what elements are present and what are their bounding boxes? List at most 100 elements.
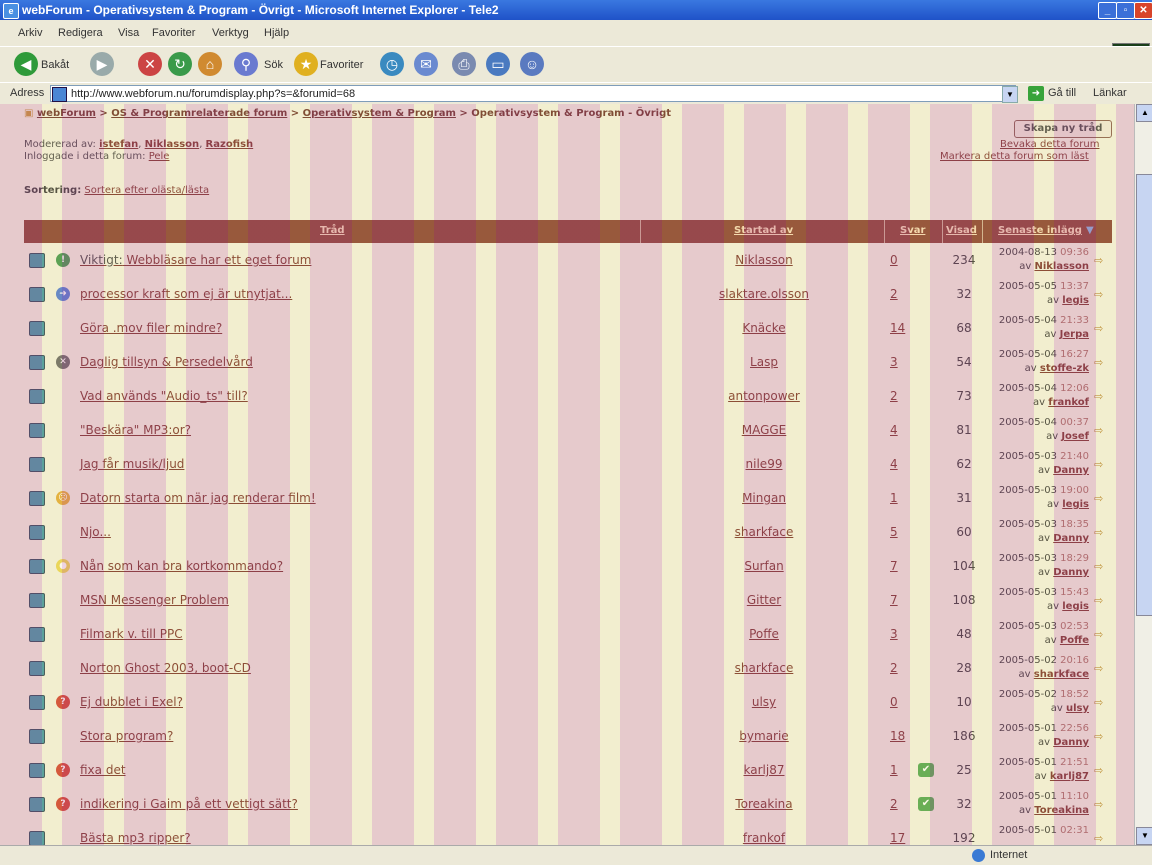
replies-link[interactable]: 7: [890, 559, 898, 573]
thread-title-link[interactable]: Njo...: [80, 525, 111, 539]
edit-icon[interactable]: ▭: [486, 52, 510, 76]
go-to-last-post-icon[interactable]: ⇨: [1094, 662, 1103, 675]
refresh-icon[interactable]: ↻: [168, 52, 192, 76]
thread-title-link[interactable]: Datorn starta om när jag renderar film!: [80, 491, 316, 505]
last-poster-link[interactable]: Danny: [1053, 737, 1089, 748]
moderator-link[interactable]: Niklasson: [145, 139, 200, 150]
menu-edit[interactable]: Redigera: [58, 27, 103, 39]
header-last-post[interactable]: Senaste inlägg: [998, 225, 1082, 236]
go-to-last-post-icon[interactable]: ⇨: [1094, 254, 1103, 267]
thread-title[interactable]: Norton Ghost 2003, boot-CD: [80, 661, 251, 675]
thread-title[interactable]: Bästa mp3 ripper?: [80, 831, 191, 845]
last-poster-link[interactable]: ulsy: [1066, 703, 1089, 714]
header-thread[interactable]: Tråd: [320, 225, 345, 236]
thread-title-link[interactable]: Ej dubblet i Exel?: [80, 695, 183, 709]
replies-link[interactable]: 3: [890, 627, 898, 641]
go-to-last-post-icon[interactable]: ⇨: [1094, 560, 1103, 573]
go-to-last-post-icon[interactable]: ⇨: [1094, 798, 1103, 811]
thread-title[interactable]: MSN Messenger Problem: [80, 593, 229, 607]
thread-title[interactable]: Vad används "Audio_ts" till?: [80, 389, 248, 403]
thread-title[interactable]: Daglig tillsyn & Persedelvård: [80, 355, 253, 369]
last-poster-link[interactable]: Poffe: [1060, 635, 1089, 646]
last-poster-link[interactable]: Danny: [1053, 465, 1089, 476]
thread-title[interactable]: processor kraft som ej är utnytjat...: [80, 287, 292, 301]
history-icon[interactable]: ◷: [380, 52, 404, 76]
last-poster-link[interactable]: legis: [1062, 499, 1089, 510]
go-to-last-post-icon[interactable]: ⇨: [1094, 322, 1103, 335]
replies-link[interactable]: 0: [890, 695, 898, 709]
replies-link[interactable]: 0: [890, 253, 898, 267]
thread-starter-link[interactable]: Lasp: [664, 355, 864, 369]
thread-title[interactable]: Njo...: [80, 525, 111, 539]
address-input[interactable]: http://www.webforum.nu/forumdisplay.php?…: [50, 85, 1016, 102]
favorites-label[interactable]: Favoriter: [320, 53, 363, 77]
last-poster-link[interactable]: Toreakina: [1034, 805, 1089, 816]
go-to-last-post-icon[interactable]: ⇨: [1094, 424, 1103, 437]
thread-title-link[interactable]: fixa det: [80, 763, 126, 777]
last-poster-link[interactable]: Josef: [1061, 431, 1089, 442]
thread-starter-link[interactable]: bymarie: [664, 729, 864, 743]
last-poster-link[interactable]: karlj87: [1050, 771, 1089, 782]
moderator-link[interactable]: istefan: [99, 139, 138, 150]
scroll-thumb[interactable]: [1136, 174, 1152, 616]
thread-title[interactable]: Jag får musik/ljud: [80, 457, 184, 471]
go-to-last-post-icon[interactable]: ⇨: [1094, 356, 1103, 369]
thread-title-link[interactable]: MSN Messenger Problem: [80, 593, 229, 607]
minimize-button[interactable]: _: [1098, 2, 1117, 19]
last-poster-link[interactable]: Niklasson: [1034, 261, 1089, 272]
last-poster-link[interactable]: Danny: [1053, 567, 1089, 578]
thread-starter-link[interactable]: Poffe: [664, 627, 864, 641]
thread-title-link[interactable]: Göra .mov filer mindre?: [80, 321, 222, 335]
vertical-scrollbar[interactable]: ▲ ▼: [1134, 104, 1152, 845]
mail-icon[interactable]: ✉: [414, 52, 438, 76]
go-to-last-post-icon[interactable]: ⇨: [1094, 458, 1103, 471]
new-thread-button[interactable]: Skapa ny tråd: [1014, 120, 1112, 138]
thread-title[interactable]: Datorn starta om när jag renderar film!: [80, 491, 316, 505]
replies-link[interactable]: 7: [890, 593, 898, 607]
go-to-last-post-icon[interactable]: ⇨: [1094, 526, 1103, 539]
last-poster-link[interactable]: legis: [1062, 295, 1089, 306]
thread-starter-link[interactable]: antonpower: [664, 389, 864, 403]
scroll-down-icon[interactable]: ▼: [1136, 827, 1152, 845]
breadcrumb-level1[interactable]: OS & Programrelaterade forum: [111, 108, 287, 119]
thread-starter-link[interactable]: Mingan: [664, 491, 864, 505]
print-icon[interactable]: ⎙: [452, 52, 476, 76]
thread-title-link[interactable]: Norton Ghost 2003, boot-CD: [80, 661, 251, 675]
thread-starter-link[interactable]: sharkface: [664, 525, 864, 539]
thread-title[interactable]: indikering i Gaim på ett vettigt sätt?: [80, 797, 298, 811]
replies-link[interactable]: 2: [890, 287, 898, 301]
online-user-link[interactable]: Pele: [149, 151, 170, 162]
go-to-last-post-icon[interactable]: ⇨: [1094, 594, 1103, 607]
thread-starter-link[interactable]: Knäcke: [664, 321, 864, 335]
replies-link[interactable]: 4: [890, 457, 898, 471]
thread-title[interactable]: fixa det: [80, 763, 126, 777]
go-to-last-post-icon[interactable]: ⇨: [1094, 764, 1103, 777]
thread-title-link[interactable]: Stora program?: [80, 729, 173, 743]
scroll-up-icon[interactable]: ▲: [1136, 104, 1152, 122]
header-views[interactable]: Visad: [946, 225, 977, 236]
thread-starter-link[interactable]: Surfan: [664, 559, 864, 573]
go-icon[interactable]: ➜: [1028, 86, 1044, 101]
thread-starter-link[interactable]: ulsy: [664, 695, 864, 709]
thread-starter-link[interactable]: Niklasson: [664, 253, 864, 267]
favorites-icon[interactable]: ★: [294, 52, 318, 76]
replies-link[interactable]: 2: [890, 797, 898, 811]
thread-title-link[interactable]: Filmark v. till PPC: [80, 627, 183, 641]
search-icon[interactable]: ⚲: [234, 52, 258, 76]
replies-link[interactable]: 2: [890, 661, 898, 675]
menu-help[interactable]: Hjälp: [264, 27, 289, 39]
mark-read-link[interactable]: Markera detta forum som läst: [940, 151, 1089, 162]
thread-title[interactable]: Göra .mov filer mindre?: [80, 321, 222, 335]
go-button[interactable]: Gå till: [1048, 87, 1076, 99]
thread-starter-link[interactable]: sharkface: [664, 661, 864, 675]
stop-icon[interactable]: ✕: [138, 52, 162, 76]
menu-file[interactable]: Arkiv: [18, 27, 42, 39]
thread-title-link[interactable]: "Beskära" MP3:or?: [80, 423, 191, 437]
sort-link[interactable]: Sortera efter olästa/lästa: [84, 185, 209, 196]
menu-view[interactable]: Visa: [118, 27, 139, 39]
replies-link[interactable]: 4: [890, 423, 898, 437]
thread-title-link[interactable]: Vad används "Audio_ts" till?: [80, 389, 248, 403]
thread-title-link[interactable]: indikering i Gaim på ett vettigt sätt?: [80, 797, 298, 811]
go-to-last-post-icon[interactable]: ⇨: [1094, 730, 1103, 743]
close-button[interactable]: ✕: [1134, 2, 1152, 19]
